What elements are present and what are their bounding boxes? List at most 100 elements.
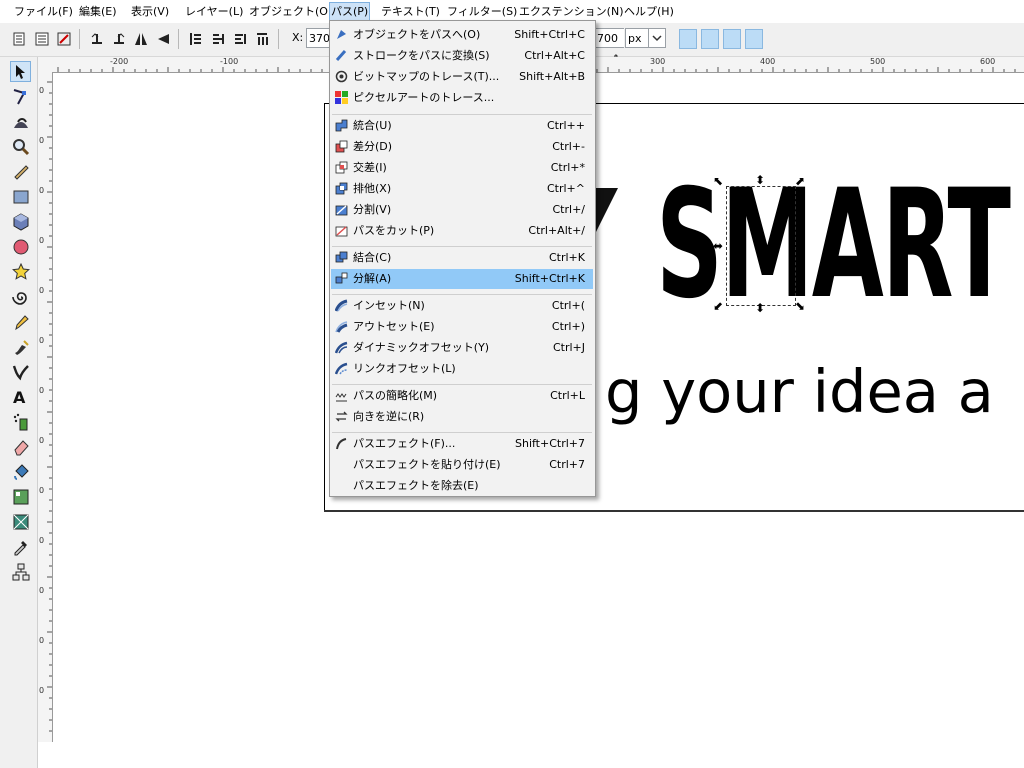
dropper-tool[interactable]: [10, 536, 31, 557]
scale-handle-icon[interactable]: ⬉: [713, 175, 723, 187]
menu-layer[interactable]: レイヤー(L): [184, 3, 244, 20]
menu-edit[interactable]: 編集(E): [78, 3, 118, 20]
eraser-tool[interactable]: [10, 436, 31, 457]
menu-filter[interactable]: フィルター(S): [446, 3, 518, 20]
measure-tool[interactable]: [10, 161, 31, 182]
gradient-icon: [13, 489, 28, 504]
menu-item-linked-offset[interactable]: リンクオフセット(L): [331, 359, 593, 379]
raise-icon[interactable]: [210, 31, 226, 47]
menu-item-union[interactable]: 統合(U) Ctrl++: [331, 116, 593, 136]
menu-item-remove-path-effect[interactable]: パスエフェクトを除去(E): [331, 476, 593, 496]
star-tool[interactable]: [10, 261, 31, 282]
select-all-icon[interactable]: [11, 31, 27, 47]
scale-handle-icon[interactable]: ⬌: [713, 240, 723, 252]
path-menu-dropdown: オブジェクトをパスへ(O) Shift+Ctrl+C ストロークをパスに変換(S)…: [329, 20, 596, 497]
selector-tool[interactable]: [10, 61, 31, 82]
pen-icon: [14, 339, 29, 355]
paint-bucket-tool[interactable]: [10, 461, 31, 482]
gradient-tool[interactable]: [10, 486, 31, 507]
spray-tool[interactable]: [10, 411, 31, 432]
height-field[interactable]: 700: [594, 28, 624, 48]
menu-item-simplify[interactable]: パスの簡略化(M) Ctrl+L: [331, 386, 593, 406]
menu-extensions[interactable]: エクステンション(N): [518, 3, 624, 20]
menu-item-inset[interactable]: インセット(N) Ctrl+(: [331, 296, 593, 316]
pen-tool[interactable]: [10, 336, 31, 357]
deselect-icon[interactable]: [56, 31, 72, 47]
menu-path[interactable]: パス(P): [329, 2, 371, 21]
scale-handle-icon[interactable]: ⬍: [755, 302, 765, 314]
menu-item-stroke-to-path[interactable]: ストロークをパスに変換(S) Ctrl+Alt+C: [331, 46, 593, 66]
ellipse-tool[interactable]: [10, 236, 31, 257]
stroke-to-path-icon: [335, 50, 347, 61]
unit-select[interactable]: px: [625, 28, 649, 48]
flip-vertical-icon[interactable]: [155, 31, 171, 47]
connector-icon: [12, 563, 29, 580]
scale-handle-icon[interactable]: ⬊: [795, 300, 805, 312]
tagline-text[interactable]: g your idea a: [605, 352, 994, 432]
ruler-label: 0: [39, 86, 45, 95]
menu-item-break-apart[interactable]: 分解(A) Shift+Ctrl+K: [331, 269, 593, 289]
menu-item-outset[interactable]: アウトセット(E) Ctrl+): [331, 317, 593, 337]
lower-icon[interactable]: [232, 31, 248, 47]
menu-item-path-effects[interactable]: パスエフェクト(F)... Shift+Ctrl+7: [331, 434, 593, 454]
ruler-label: 0: [39, 586, 45, 595]
menu-item-cut-path[interactable]: パスをカット(P) Ctrl+Alt+/: [331, 221, 593, 241]
3d-box-tool[interactable]: [10, 211, 31, 232]
node-edit-icon: [13, 88, 26, 104]
ruler-label: 600: [980, 57, 996, 66]
menu-item-division[interactable]: 分割(V) Ctrl+/: [331, 200, 593, 220]
paint-bucket-icon: [13, 463, 29, 480]
menu-view[interactable]: 表示(V): [130, 3, 170, 20]
scale-handle-icon[interactable]: ⬍: [755, 174, 765, 186]
menu-item-dynamic-offset[interactable]: ダイナミックオフセット(Y) Ctrl+J: [331, 338, 593, 358]
zoom-tool[interactable]: [10, 136, 31, 157]
menu-item-combine[interactable]: 結合(C) Ctrl+K: [331, 248, 593, 268]
menu-separator: [332, 432, 592, 433]
menu-help[interactable]: ヘルプ(H): [623, 3, 675, 20]
flip-horizontal-icon[interactable]: [133, 31, 149, 47]
ruler-label: 0: [39, 236, 45, 245]
node-tool[interactable]: [10, 86, 31, 107]
pencil-tool[interactable]: [10, 311, 31, 332]
menu-file[interactable]: ファイル(F): [13, 3, 74, 20]
scale-handle-icon[interactable]: ⬌: [795, 240, 805, 252]
scale-handle-icon[interactable]: ⬈: [795, 175, 805, 187]
menu-item-object-to-path[interactable]: オブジェクトをパスへ(O) Shift+Ctrl+C: [331, 25, 593, 45]
rotate-cw-icon[interactable]: [111, 31, 127, 47]
calligraphy-tool[interactable]: [10, 361, 31, 382]
menu-item-trace-pixel-art[interactable]: ピクセルアートのトレース...: [331, 88, 593, 108]
x-field[interactable]: 370: [306, 28, 330, 48]
scale-corners-toggle[interactable]: [701, 29, 719, 49]
menu-text[interactable]: テキスト(T): [380, 3, 441, 20]
union-icon: [335, 119, 348, 132]
connector-tool[interactable]: [10, 561, 31, 582]
spiral-tool[interactable]: [10, 286, 31, 307]
raise-to-top-icon[interactable]: [188, 31, 204, 47]
tweak-icon: [13, 117, 28, 128]
division-icon: [335, 205, 348, 216]
menu-item-exclusion[interactable]: 排他(X) Ctrl+^: [331, 179, 593, 199]
mesh-tool[interactable]: [10, 511, 31, 532]
select-all-layers-icon[interactable]: [34, 31, 50, 47]
lower-to-bottom-icon[interactable]: [254, 31, 270, 47]
text-tool[interactable]: A: [10, 386, 31, 407]
selection-bounding-box[interactable]: [726, 186, 796, 306]
menu-item-trace-bitmap[interactable]: ビットマップのトレース(T)... Shift+Alt+B: [331, 67, 593, 87]
path-effects-icon: [336, 438, 347, 450]
move-gradients-toggle[interactable]: [723, 29, 741, 49]
menu-item-paste-path-effect[interactable]: パスエフェクトを貼り付け(E) Ctrl+7: [331, 455, 593, 475]
tweak-tool[interactable]: [10, 111, 31, 132]
vertical-ruler[interactable]: 0 0 0 0 0 0 0 0 0 0 0 0 0: [38, 72, 53, 742]
menu-item-difference[interactable]: 差分(D) Ctrl+-: [331, 137, 593, 157]
page-border: [324, 510, 1024, 512]
menu-object[interactable]: オブジェクト(O): [248, 3, 333, 20]
rotate-ccw-icon[interactable]: [89, 31, 105, 47]
scale-handle-icon[interactable]: ⬋: [713, 300, 723, 312]
menu-item-intersection[interactable]: 交差(I) Ctrl+*: [331, 158, 593, 178]
rectangle-tool[interactable]: [10, 186, 31, 207]
scale-stroke-toggle[interactable]: [679, 29, 697, 49]
logo-text[interactable]: SMART: [656, 170, 1011, 320]
move-patterns-toggle[interactable]: [745, 29, 763, 49]
menu-item-reverse[interactable]: 向きを逆に(R): [331, 407, 593, 427]
unit-dropdown-button[interactable]: [648, 28, 666, 48]
